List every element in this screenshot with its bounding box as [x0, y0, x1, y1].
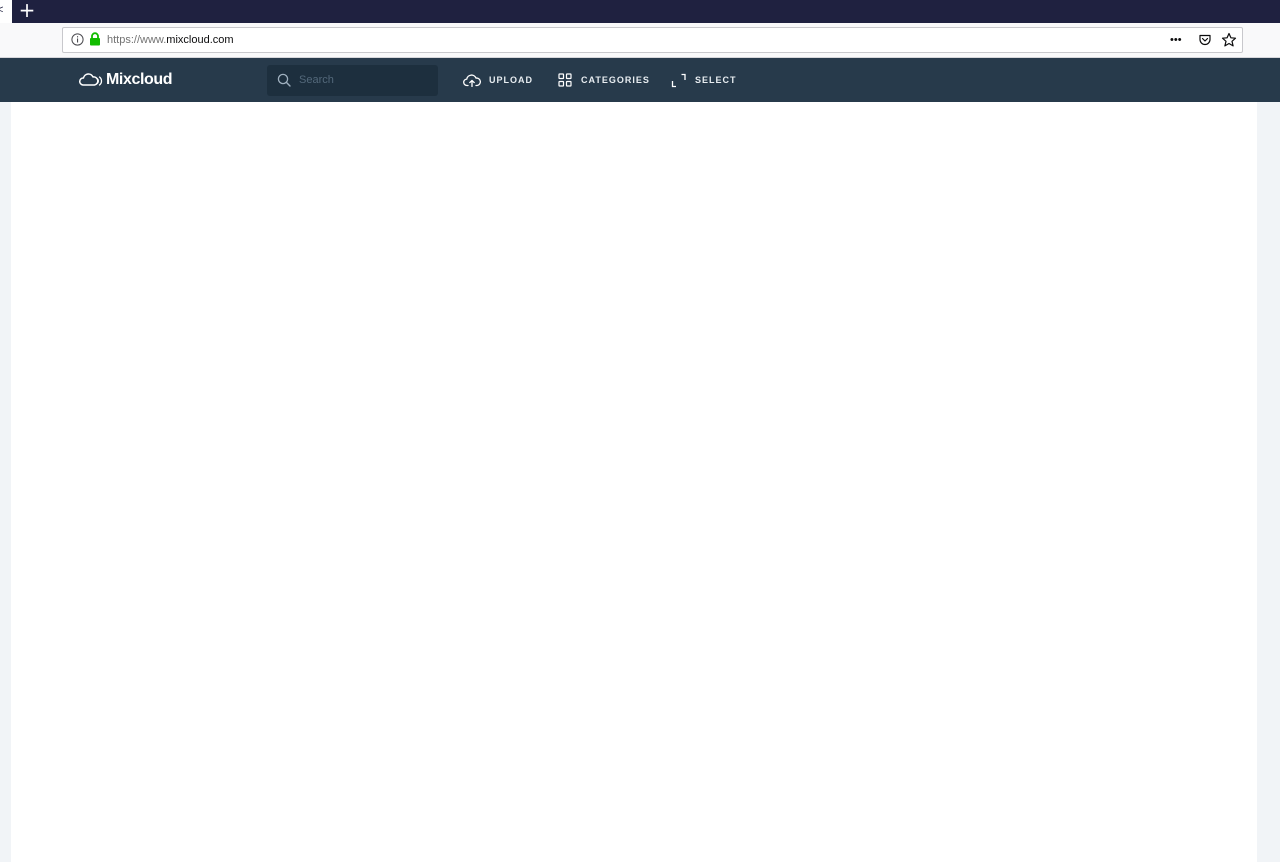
site-header: Mixcloud UPLOAD CATEGORIES SELECT	[0, 58, 1280, 102]
browser-navbar: https://www.mixcloud.com •••	[0, 23, 1280, 58]
new-tab-button[interactable]: +	[15, 0, 39, 23]
nav-select[interactable]: SELECT	[671, 72, 737, 88]
lock-icon[interactable]	[89, 32, 101, 46]
info-icon[interactable]	[71, 33, 84, 46]
search-icon	[277, 73, 291, 87]
url-text[interactable]: https://www.mixcloud.com	[107, 34, 234, 47]
nav-categories[interactable]: CATEGORIES	[558, 72, 650, 88]
page-actions-icon[interactable]: •••	[1170, 35, 1186, 46]
cloud-upload-icon	[463, 74, 481, 87]
nav-upload-label: UPLOAD	[489, 75, 533, 85]
tab-edge[interactable]: <	[0, 0, 12, 23]
grid-icon	[558, 73, 572, 87]
browser-tab-strip: < +	[0, 0, 1280, 23]
search-box[interactable]	[267, 65, 438, 96]
main-content	[11, 102, 1257, 862]
select-brackets-icon	[671, 73, 686, 87]
pocket-icon[interactable]	[1198, 33, 1212, 47]
mixcloud-logo[interactable]: Mixcloud	[79, 70, 173, 90]
nav-select-label: SELECT	[695, 75, 737, 85]
url-domain: mixcloud.com	[166, 34, 234, 46]
tab-edge-glyph: <	[0, 4, 4, 16]
url-bar[interactable]: https://www.mixcloud.com •••	[62, 27, 1243, 53]
logo-text: Mixcloud	[106, 71, 173, 88]
url-scheme: https://www.	[107, 34, 167, 46]
search-input[interactable]	[299, 70, 429, 90]
bookmark-star-icon[interactable]	[1221, 32, 1237, 48]
cloud-logo-icon	[79, 73, 103, 86]
nav-upload[interactable]: UPLOAD	[463, 72, 533, 88]
nav-categories-label: CATEGORIES	[581, 75, 650, 85]
